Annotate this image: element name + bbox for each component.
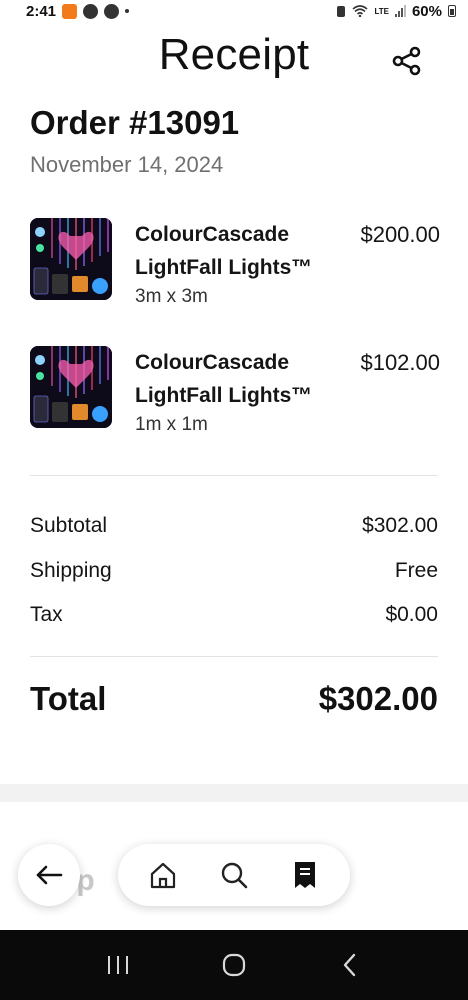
battery-icon [448,5,456,17]
temu-notification-icon [62,3,78,19]
back-button[interactable] [18,844,80,906]
item-name: ColourCascade LightFall Lights™ [135,223,313,279]
shipping-label: Shipping [30,559,112,582]
search-button[interactable] [212,853,256,897]
search-icon [221,862,248,889]
home-icon [151,862,176,889]
order-number: Order #13091 [30,104,240,141]
subtotal-value: $302.00 [362,514,438,537]
share-icon [392,46,421,76]
line-item[interactable]: ColourCascade LightFall Lights™ 1m x 1m … [30,346,440,456]
product-image[interactable] [30,346,112,428]
product-thumbnail-graphic [30,218,112,300]
share-button[interactable] [390,44,424,78]
item-price: $102.00 [360,350,440,375]
status-time: 2:41 [26,2,57,20]
status-right: LTE 60% [336,3,456,20]
arrow-left-icon [36,865,63,885]
chevron-left-icon [343,953,356,977]
home-button[interactable] [141,853,185,897]
product-image[interactable] [30,218,112,300]
tax-row: Tax $0.00 [30,603,438,627]
item-variant: 3m x 3m [135,286,208,307]
bottom-nav-pill [118,844,350,906]
total-row: Total $302.00 [30,680,438,718]
signal-icon [394,5,406,17]
system-back-button[interactable] [330,945,370,985]
divider [30,656,438,657]
alarm-icon [337,5,346,17]
wifi-icon [352,5,368,17]
tax-label: Tax [30,603,63,626]
more-notifications-icon [125,9,130,13]
item-price: $200.00 [360,222,440,247]
receipt-icon [294,862,315,888]
line-item[interactable]: ColourCascade LightFall Lights™ 3m x 3m … [30,218,440,328]
total-value: $302.00 [318,680,438,717]
subtotal-label: Subtotal [30,514,108,537]
shipping-value: Free [394,559,438,582]
subtotal-row: Subtotal $302.00 [30,514,438,538]
phone-notification-icon [104,3,120,19]
system-home-button[interactable] [214,945,254,985]
item-name: ColourCascade LightFall Lights™ [135,351,313,407]
recent-apps-button[interactable] [98,945,138,985]
shipping-row: Shipping Free [30,559,438,583]
system-nav-bar [0,930,468,1000]
status-left: 2:41 [26,2,130,20]
chat-notification-icon [83,3,99,19]
divider [30,475,438,476]
status-bar: 2:41 LTE 60% [0,0,468,22]
network-type-label: LTE [374,6,389,16]
header: Receipt [0,30,468,86]
product-thumbnail-graphic [30,346,112,428]
order-date: November 14, 2024 [30,152,224,177]
recent-apps-icon [108,956,128,974]
tax-value: $0.00 [385,603,438,626]
total-label: Total [30,680,107,717]
section-separator [0,784,468,802]
battery-percent: 60% [411,2,442,20]
system-home-icon [222,953,246,977]
item-variant: 1m x 1m [135,414,208,435]
receipts-button[interactable] [283,853,327,897]
